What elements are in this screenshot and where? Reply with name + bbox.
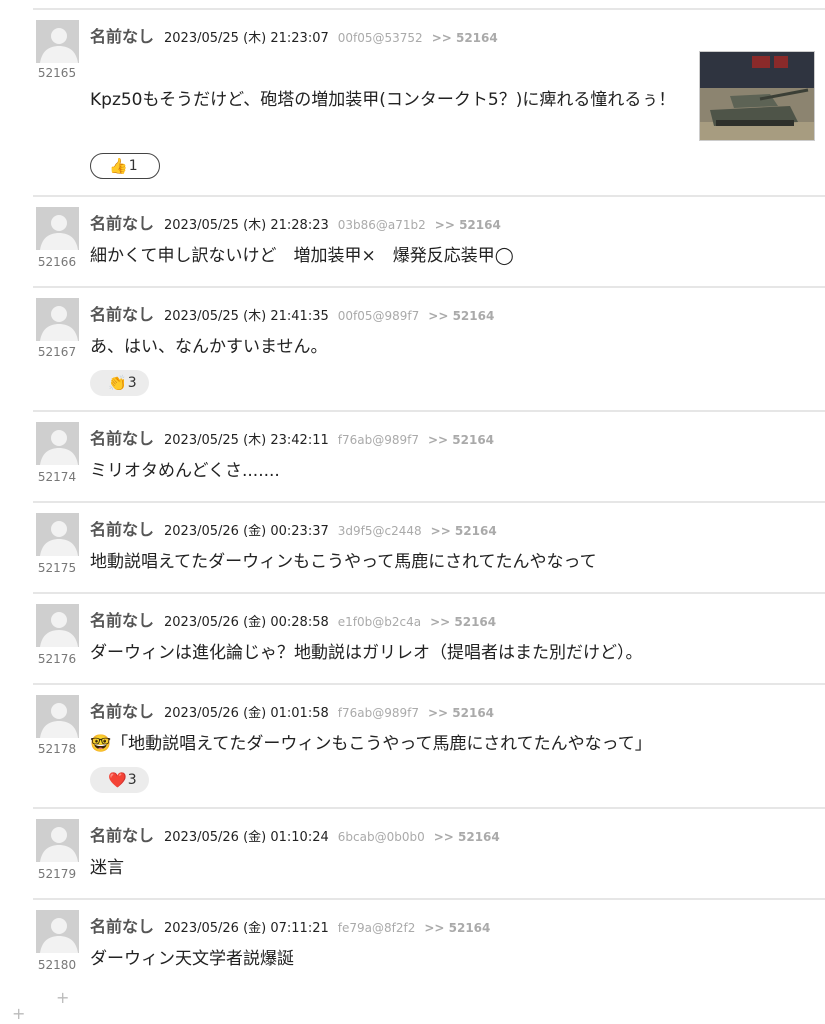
reaction-count: 3 <box>127 772 137 788</box>
post-body: Kpz50もそうだけど、砲塔の増加装甲(コンタークト5？)に痺れる憧れるぅ！ <box>90 90 676 110</box>
reaction-button[interactable]: 👍 1 <box>90 153 160 179</box>
reply-link[interactable]: >> 52164 <box>428 433 494 447</box>
post-body: ダーウィンは進化論じゃ？地動説はガリレオ（提唱者はまた別だけど）。 <box>90 643 643 663</box>
post-meta: 名前なし 2023/05/26 (金) 00:28:58 e1f0b@b2c4a >>… <box>90 607 496 631</box>
reply-link[interactable]: >> 52164 <box>432 31 498 45</box>
reply-link[interactable]: >> 52164 <box>431 524 497 538</box>
reply-link[interactable]: >> 52164 <box>435 218 501 232</box>
poster-id: fe79a@8f2f2 <box>337 921 416 935</box>
post-date: 2023/05/26 (金) 00:28:58 <box>164 615 329 630</box>
reaction-button[interactable]: 👏 3 <box>90 370 149 396</box>
avatar[interactable] <box>36 422 79 465</box>
poster-id: f76ab@989f7 <box>337 433 419 447</box>
post-date: 2023/05/26 (金) 00:23:37 <box>164 524 329 539</box>
reply-link[interactable]: >> 52164 <box>428 706 494 720</box>
poster-id: 00f05@989f7 <box>337 309 420 323</box>
poster-name: 名前なし <box>90 917 155 936</box>
post-52178: 52178 名前なし 2023/05/26 (金) 01:01:58 f76ab@9… <box>33 685 825 809</box>
post-body: ミリオタめんどくさ....... <box>90 461 280 481</box>
post-number: 52167 <box>37 345 77 359</box>
post-date: 2023/05/25 (木) 23:42:11 <box>164 433 329 448</box>
poster-name: 名前なし <box>90 429 155 448</box>
post-number: 52175 <box>37 561 77 575</box>
post-body: 🤓「地動説唱えてたダーウィンもこうやって馬鹿にされてたんやなって」 <box>90 734 652 754</box>
post-meta: 名前なし 2023/05/26 (金) 07:11:21 fe79a@8f2f2 >>… <box>90 913 490 937</box>
plus-icon: + <box>12 1004 26 1023</box>
post-body: あ、はい、なんかすいません。 <box>90 337 328 357</box>
poster-name: 名前なし <box>90 702 155 721</box>
poster-id: f76ab@989f7 <box>337 706 419 720</box>
poster-name: 名前なし <box>90 27 155 46</box>
poster-name: 名前なし <box>90 826 155 845</box>
post-meta: 名前なし 2023/05/26 (金) 01:10:24 6bcab@0b0b0 >>… <box>90 822 500 846</box>
avatar[interactable] <box>36 695 79 738</box>
post-number: 52178 <box>37 742 77 756</box>
post-52179: 52179 名前なし 2023/05/26 (金) 01:10:24 6bcab@0… <box>33 809 825 900</box>
post-52175: 52175 名前なし 2023/05/26 (金) 00:23:37 3d9f5@c… <box>33 503 825 594</box>
poster-name: 名前なし <box>90 520 155 539</box>
post-meta: 名前なし 2023/05/25 (木) 21:28:23 03b86@a71b2 >>… <box>90 210 501 234</box>
heart-icon: ❤️ <box>108 770 127 789</box>
post-52174: 52174 名前なし 2023/05/25 (木) 23:42:11 f76ab@9… <box>33 412 825 503</box>
poster-name: 名前なし <box>90 305 155 324</box>
reply-link[interactable]: >> 52164 <box>430 615 496 629</box>
post-number: 52180 <box>37 958 77 972</box>
post-meta: 名前なし 2023/05/26 (金) 01:01:58 f76ab@989f7 >>… <box>90 698 494 722</box>
post-date: 2023/05/25 (木) 21:28:23 <box>164 218 329 233</box>
post-date: 2023/05/25 (木) 21:23:07 <box>164 31 329 46</box>
post-date: 2023/05/26 (金) 07:11:21 <box>164 921 329 936</box>
post-52167: 52167 名前なし 2023/05/25 (木) 21:41:35 00f05@9… <box>33 288 825 412</box>
poster-id: 00f05@53752 <box>337 31 423 45</box>
post-number: 52174 <box>37 470 77 484</box>
post-52180: 52180 名前なし 2023/05/26 (金) 07:11:21 fe79a@8… <box>33 900 825 990</box>
post-number: 52166 <box>37 255 77 269</box>
comment-thread: 52165 名前なし 2023/05/25 (木) 21:23:07 00f05@5… <box>0 0 825 1024</box>
poster-id: 03b86@a71b2 <box>337 218 426 232</box>
poster-id: 6bcab@0b0b0 <box>337 830 425 844</box>
post-date: 2023/05/26 (金) 01:10:24 <box>164 830 329 845</box>
reply-link[interactable]: >> 52164 <box>424 921 490 935</box>
post-number: 52165 <box>37 66 77 80</box>
post-52165: 52165 名前なし 2023/05/25 (木) 21:23:07 00f05@5… <box>33 10 825 197</box>
post-body: ダーウィン天文学者説爆誕 <box>90 949 294 969</box>
reaction-count: 3 <box>127 375 137 391</box>
poster-id: e1f0b@b2c4a <box>337 615 422 629</box>
post-body: 迷言 <box>90 858 124 878</box>
post-meta: 名前なし 2023/05/25 (木) 23:42:11 f76ab@989f7 >>… <box>90 425 494 449</box>
avatar[interactable] <box>36 20 79 63</box>
avatar[interactable] <box>36 298 79 341</box>
post-52166: 52166 名前なし 2023/05/25 (木) 21:28:23 03b86@a… <box>33 197 825 288</box>
post-meta: 名前なし 2023/05/25 (木) 21:23:07 00f05@53752 >>… <box>90 23 498 47</box>
post-body: 細かくて申し訳ないけど 増加装甲× 爆発反応装甲◯ <box>90 246 514 266</box>
post-date: 2023/05/26 (金) 01:01:58 <box>164 706 329 721</box>
post-52176: 52176 名前なし 2023/05/26 (金) 00:28:58 e1f0b@b… <box>33 594 825 685</box>
avatar[interactable] <box>36 910 79 953</box>
post-meta: 名前なし 2023/05/26 (金) 00:23:37 3d9f5@c2448 >>… <box>90 516 497 540</box>
tank-image[interactable] <box>699 51 815 141</box>
reply-link[interactable]: >> 52164 <box>434 830 500 844</box>
reaction-count: 1 <box>128 158 138 174</box>
poster-name: 名前なし <box>90 214 155 233</box>
post-number: 52176 <box>37 652 77 666</box>
reply-link[interactable]: >> 52164 <box>428 309 494 323</box>
post-body: 地動説唱えてたダーウィンもこうやって馬鹿にされてたんやなって <box>90 552 597 572</box>
post-number: 52179 <box>37 867 77 881</box>
avatar[interactable] <box>36 207 79 250</box>
avatar[interactable] <box>36 604 79 647</box>
poster-name: 名前なし <box>90 611 155 630</box>
thumbs-up-icon: 👍 <box>109 156 128 175</box>
post-meta: 名前なし 2023/05/25 (木) 21:41:35 00f05@989f7 >>… <box>90 301 494 325</box>
avatar[interactable] <box>36 819 79 862</box>
avatar[interactable] <box>36 513 79 556</box>
plus-icon: + <box>56 988 70 1007</box>
post-date: 2023/05/25 (木) 21:41:35 <box>164 309 329 324</box>
clap-icon: 👏 <box>108 373 127 392</box>
poster-id: 3d9f5@c2448 <box>337 524 422 538</box>
reaction-button[interactable]: ❤️ 3 <box>90 767 149 793</box>
